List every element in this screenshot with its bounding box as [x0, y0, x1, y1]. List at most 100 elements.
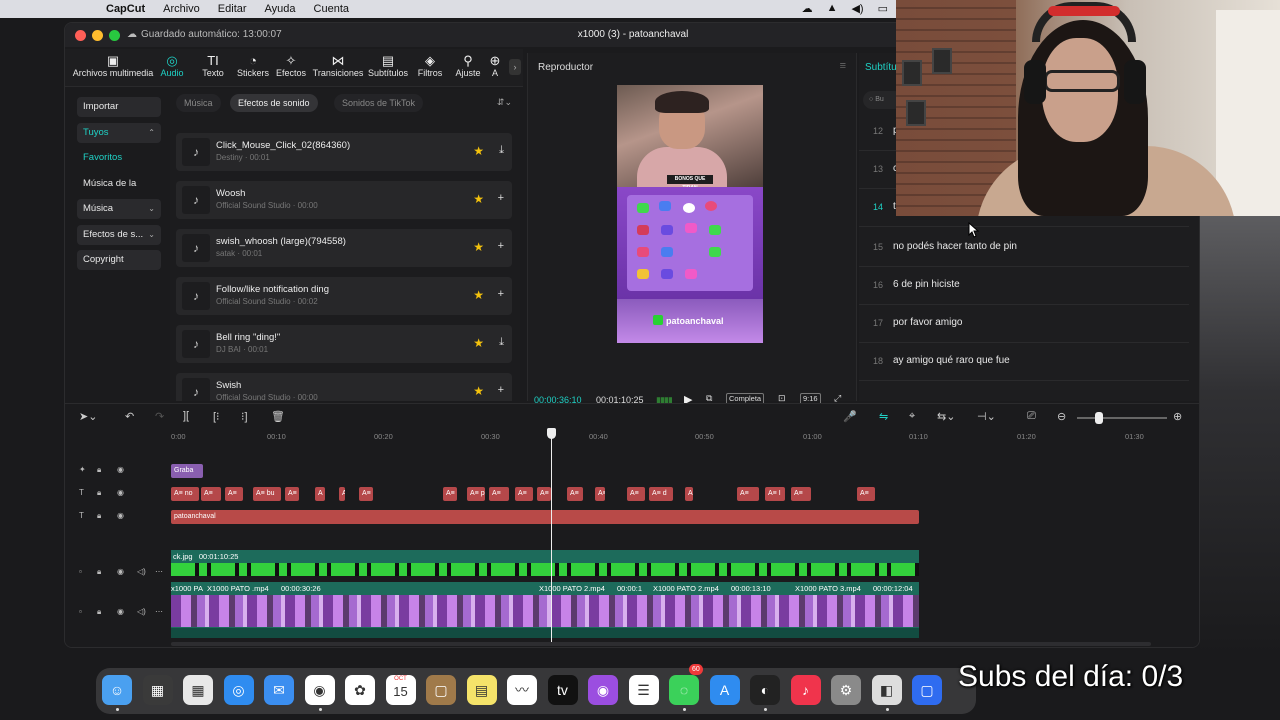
text-clip[interactable]: A≡	[595, 487, 605, 501]
dock-safari-icon[interactable]: ◎	[223, 675, 254, 705]
eye-icon[interactable]: ◉	[117, 465, 124, 474]
dock-chrome-icon[interactable]: ◉	[304, 675, 335, 705]
zoom-slider-handle[interactable]	[1095, 412, 1103, 424]
video-preview[interactable]: BONOS QUE TIRAN	[617, 85, 763, 343]
dock-notes-icon[interactable]: ▤	[466, 675, 497, 705]
text-clip[interactable]: A≡	[567, 487, 583, 501]
zoom-in-icon[interactable]: ⊕	[1173, 410, 1182, 423]
lock-icon[interactable]: 🔒︎	[97, 511, 101, 521]
text-clip[interactable]: A≡	[791, 487, 811, 501]
sidebar-copyright[interactable]: Copyright	[77, 250, 161, 270]
dock-system-settings-icon[interactable]: ⚙	[831, 675, 861, 705]
tool-transitions[interactable]: ⋈ Transiciones	[311, 53, 365, 78]
dock-app-store-icon[interactable]: A	[709, 675, 740, 705]
dock-other-icon[interactable]: ▢	[912, 675, 942, 705]
text-clip[interactable]: A≡	[339, 487, 345, 501]
tool-more[interactable]: ⊕ A	[485, 53, 505, 78]
text-clip[interactable]: A≡ no	[171, 487, 199, 501]
more-icon[interactable]: ⋯	[155, 567, 163, 576]
lock-icon[interactable]: 🔒︎	[97, 567, 101, 577]
link-icon[interactable]: ⇋	[879, 410, 888, 423]
download-icon[interactable]: ⤓	[499, 336, 504, 349]
audio-icon[interactable]: ◁)	[137, 567, 146, 576]
sound-item[interactable]: ♪ Swish Official Sound Studio · 00:00 ★ …	[176, 373, 512, 401]
text-clip[interactable]: A≡ p	[467, 487, 485, 501]
more-icon[interactable]: ⋯	[155, 607, 163, 616]
sidebar-tuyos[interactable]: Tuyos ⌃	[77, 123, 161, 143]
sidebar-efectos[interactable]: Efectos de s... ⌄	[77, 225, 161, 245]
favorite-star-icon[interactable]: ★	[473, 192, 484, 206]
dock-photos-icon[interactable]: ✿	[345, 675, 375, 705]
lock-icon[interactable]: 🔒︎	[97, 607, 101, 617]
text-clip[interactable]: A≡	[515, 487, 533, 501]
main-video-track[interactable]: x1000 PA X1000 PATO .mp4 00:00:30:26 X10…	[171, 582, 919, 638]
sidebar-import[interactable]: Importar	[77, 97, 161, 117]
timeline-scrollbar[interactable]	[171, 642, 1151, 646]
text-clip[interactable]: A≡	[225, 487, 243, 501]
dock-podcasts-icon[interactable]: ◉	[588, 675, 618, 705]
zoom-out-icon[interactable]: ⊖	[1057, 410, 1066, 423]
dock-calendar-icon[interactable]: OCT 15	[385, 675, 416, 705]
sound-item[interactable]: ♪ Bell ring "ding!" DJ BAI · 00:01 ★ ⤓	[176, 325, 512, 363]
tool-effects[interactable]: ✧ Efectos	[267, 53, 315, 78]
text-clip[interactable]: A≡ bu	[253, 487, 281, 501]
add-icon[interactable]: +	[498, 384, 504, 396]
tab-musica[interactable]: Música	[176, 94, 221, 112]
favorite-star-icon[interactable]: ★	[473, 336, 484, 350]
text-clip[interactable]: A≡	[737, 487, 759, 501]
split-right-icon[interactable]: ⁝]	[241, 410, 248, 423]
dock-launchpad-icon[interactable]: ▦	[183, 675, 213, 705]
zoom-slider[interactable]	[1077, 417, 1167, 419]
title-clip[interactable]: patoanchaval	[171, 510, 919, 524]
subtitle-row[interactable]: 15 no podés hacer tanto de pin	[859, 229, 1189, 267]
filter-icon[interactable]: ⇵⌄	[497, 97, 512, 108]
text-clip[interactable]: A≡	[537, 487, 551, 501]
caption-icon[interactable]: ⎚	[1027, 410, 1036, 423]
text-clip[interactable]: A≡	[685, 487, 693, 501]
dock-mail-icon[interactable]: ✉	[264, 675, 294, 705]
sidebar-favoritos[interactable]: Favoritos	[77, 148, 161, 168]
image-clip[interactable]: ck.jpg 00:01:10:25	[171, 550, 919, 576]
favorite-star-icon[interactable]: ★	[473, 240, 484, 254]
playhead[interactable]	[551, 430, 552, 642]
menu-icon[interactable]: ≡	[840, 60, 846, 72]
eye-icon[interactable]: ◉	[117, 511, 124, 520]
eye-icon[interactable]: ◉	[117, 567, 124, 576]
subtitle-row[interactable]: 17 por favor amigo	[859, 305, 1189, 343]
grabar-clip[interactable]: Graba	[171, 464, 203, 478]
lock-icon[interactable]: 🔒︎	[97, 488, 101, 498]
subtitle-row[interactable]: 16 6 de pin hiciste	[859, 267, 1189, 305]
dock-capcut-icon[interactable]: ◧	[871, 675, 902, 705]
favorite-star-icon[interactable]: ★	[473, 384, 484, 398]
sound-item[interactable]: ♪ Click_Mouse_Click_02(864360) Destiny ·…	[176, 133, 512, 171]
text-clip[interactable]: A≡	[627, 487, 645, 501]
menu-cuenta[interactable]: Cuenta	[314, 3, 349, 15]
text-clip[interactable]: A≡	[443, 487, 457, 501]
audio-icon[interactable]: ◁)	[137, 607, 146, 616]
redo-icon[interactable]: ↷	[155, 410, 164, 423]
favorite-star-icon[interactable]: ★	[473, 288, 484, 302]
text-clip[interactable]: A≡	[489, 487, 509, 501]
menu-editar[interactable]: Editar	[218, 3, 247, 15]
sidebar-marca[interactable]: Música de la mar...	[77, 174, 161, 209]
tab-sonidos-de-tiktok[interactable]: Sonidos de TikTok	[334, 94, 424, 112]
dock-apple-tv-icon[interactable]: tv	[547, 675, 578, 705]
text-clip[interactable]: A	[315, 487, 325, 501]
tab-efectos-de-sonido[interactable]: Efectos de sonido	[230, 94, 318, 112]
add-icon[interactable]: +	[498, 240, 504, 252]
eye-icon[interactable]: ◉	[117, 607, 124, 616]
tool-media[interactable]: ▣ Archivos multimedia	[67, 53, 159, 78]
dock-calculator-icon[interactable]: ▦	[142, 675, 173, 705]
tab-subtitles[interactable]: Subtítu	[865, 62, 897, 73]
airplay-icon[interactable]: ▲	[827, 2, 838, 15]
dock-music-icon[interactable]: ♪	[790, 675, 821, 705]
text-clip[interactable]: A≡	[857, 487, 875, 501]
sidebar-musica[interactable]: Música ⌄	[77, 199, 161, 219]
sound-item[interactable]: ♪ Woosh Official Sound Studio · 00:00 ★ …	[176, 181, 512, 219]
split-left-icon[interactable]: [⁝	[213, 410, 220, 423]
dock-notes-brown-icon[interactable]: ▢	[426, 675, 456, 705]
add-icon[interactable]: +	[498, 288, 504, 300]
eye-icon[interactable]: ◉	[117, 488, 124, 497]
text-clip[interactable]: A≡	[359, 487, 373, 501]
subtitle-row[interactable]: 18 ay amigo qué raro que fue	[859, 343, 1189, 381]
